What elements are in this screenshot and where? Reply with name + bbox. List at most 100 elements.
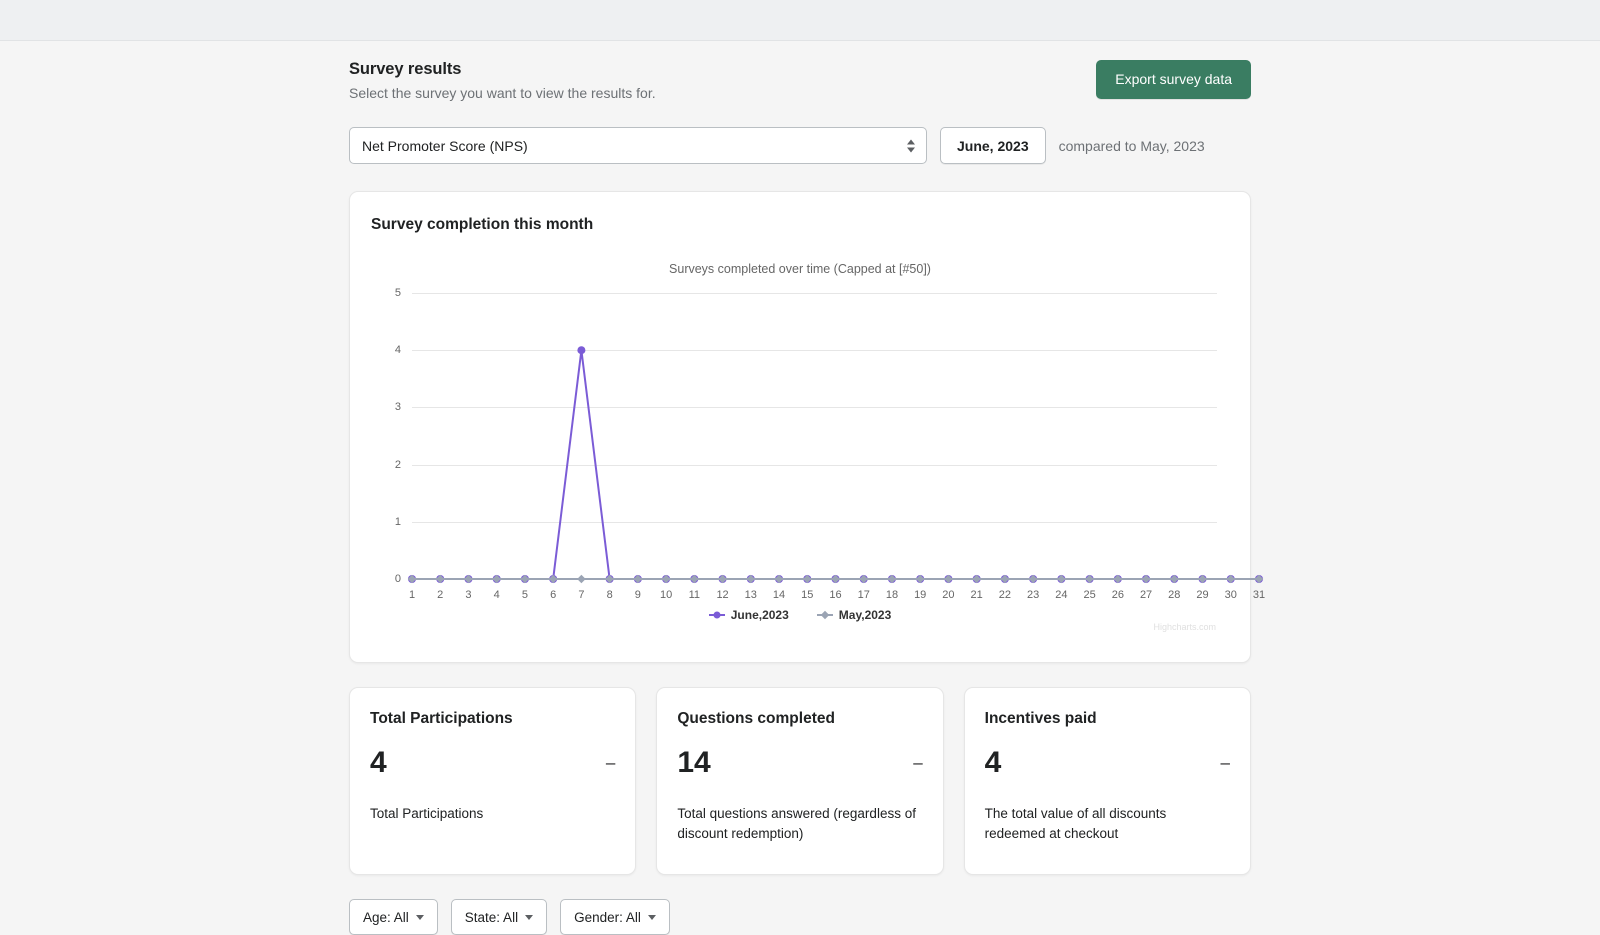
legend-label: June,2023 [730, 608, 789, 622]
filter-chip[interactable]: Age: All [349, 899, 438, 935]
highcharts-credits[interactable]: Highcharts.com [1153, 622, 1216, 632]
chart-subtitle: Surveys completed over time (Capped at [… [669, 262, 931, 276]
chart-data-point[interactable] [661, 574, 671, 584]
chart-data-point[interactable] [435, 574, 445, 584]
legend-item-june[interactable]: June,2023 [708, 608, 789, 622]
x-axis-tick-label: 1 [408, 589, 416, 601]
filter-chip-label: State: All [464, 909, 519, 925]
survey-controls: Net Promoter Score (NPS) June, 2023 comp… [349, 127, 1251, 164]
chart-data-point[interactable] [859, 574, 868, 584]
page-title: Survey results [349, 60, 462, 78]
x-axis-tick-label: 20 [942, 589, 955, 601]
chart-data-point[interactable] [831, 574, 840, 584]
x-axis-tick-label: 30 [1224, 589, 1237, 601]
chart-data-point[interactable] [464, 574, 473, 584]
chart-data-point[interactable] [746, 574, 756, 584]
x-axis-tick-label: 27 [1139, 589, 1153, 601]
filters-row: Age: All State: All Gender: All [349, 899, 1251, 935]
chart-data-point[interactable] [407, 574, 417, 584]
chart-data-point[interactable] [520, 574, 530, 584]
chevron-updown-icon [907, 139, 915, 152]
chart-data-point[interactable] [1113, 574, 1123, 584]
chart-data-point[interactable] [1226, 574, 1236, 584]
stat-card-title: Incentives paid [984, 710, 1097, 727]
page-header-text: Survey results Select the survey you wan… [349, 60, 656, 101]
x-axis-tick-label: 10 [659, 589, 673, 601]
stat-card: Total Participations 4– Total Participatio… [349, 687, 637, 875]
chart-data-point[interactable] [1141, 574, 1151, 584]
legend-marker-icon [816, 614, 833, 616]
chart-data-point[interactable] [887, 574, 897, 584]
x-axis-tick-label: 11 [688, 589, 701, 601]
x-axis-tick-label: 28 [1168, 589, 1181, 601]
x-axis-tick-label: 7 [578, 589, 585, 601]
chart-data-point[interactable] [548, 574, 558, 584]
stat-card-value: 4 [984, 746, 1002, 779]
chart-data-point[interactable] [803, 574, 812, 584]
x-axis-tick-label: 15 [801, 589, 814, 601]
stats-row: Total Participations 4– Total Participatio… [349, 687, 1251, 875]
chart-data-point[interactable] [1057, 574, 1066, 584]
chart-data-point[interactable] [1000, 574, 1010, 584]
x-axis-tick-label: 12 [716, 589, 729, 601]
x-axis-tick-label: 3 [465, 589, 472, 601]
chart-data-point[interactable] [1028, 574, 1038, 584]
chart-data-point[interactable] [718, 574, 727, 584]
page-subtitle: Select the survey you want to view the r… [349, 85, 656, 101]
chart-data-point[interactable] [690, 574, 699, 584]
x-axis-tick-label: 22 [998, 589, 1012, 601]
stat-card-description: Total Participations [370, 806, 484, 821]
x-axis-tick-label: 16 [829, 589, 842, 601]
chart-data-point[interactable] [605, 574, 614, 584]
chart-data-point[interactable] [492, 574, 501, 584]
chart-line-circle [412, 350, 1259, 580]
chart: Surveys completed over time (Capped at [… [370, 240, 1265, 640]
y-axis-tick-label: 2 [394, 458, 401, 471]
legend-item-may[interactable]: May,2023 [816, 608, 892, 622]
x-axis-tick-label: 26 [1111, 589, 1124, 601]
x-axis-tick-label: 2 [437, 589, 444, 601]
chart-data-point[interactable] [1198, 574, 1207, 584]
chart-data-point[interactable] [1085, 574, 1094, 584]
survey-select-value: Net Promoter Score (NPS) [362, 137, 528, 154]
export-survey-data-button[interactable]: Export survey data [1096, 60, 1251, 99]
chart-plot-area: 0 1 2 3 4 5 1 2 3 4 5 6 7 8 9 10 11 12 13 14 15 16 17 18 19 20 21 2… [395, 287, 1265, 601]
stat-card: Questions completed 14 – Total questions an… [656, 687, 944, 875]
stat-value-row: 4– [985, 748, 1230, 778]
comparison-label: compared to May, 2023 [1058, 137, 1205, 154]
legend-label: May,2023 [838, 608, 892, 622]
chart-data-point[interactable] [944, 574, 953, 584]
x-axis-tick-label: 6 [550, 589, 557, 601]
y-axis-tick-label: 0 [394, 573, 401, 585]
filter-chip[interactable]: Gender: All [560, 899, 670, 935]
chart-data-point[interactable] [915, 574, 925, 584]
y-axis-tick-label: 4 [394, 344, 401, 357]
survey-select[interactable]: Net Promoter Score (NPS) [349, 127, 927, 164]
chart-data-point[interactable] [577, 346, 586, 355]
chart-data-point[interactable] [972, 574, 981, 584]
stat-value-row: 4– [370, 748, 615, 778]
x-axis-tick-label: 18 [885, 589, 899, 601]
chart-card-title: Survey completion this month [371, 216, 594, 233]
chart-data-point[interactable] [633, 574, 643, 584]
survey-completion-card: Survey completion this month Surveys com… [349, 191, 1265, 663]
x-axis-tick-label: 9 [634, 589, 641, 601]
stat-card-value: 4 [370, 746, 387, 779]
chart-data-point[interactable] [1254, 574, 1264, 584]
filter-chip[interactable]: State: All [450, 899, 548, 935]
stat-value-row: 14 – [677, 748, 922, 778]
filter-chip-label: Age: All [363, 909, 409, 925]
x-axis-tick-label: 14 [772, 589, 786, 601]
stat-card-title: Questions completed [677, 710, 835, 727]
chart-data-point[interactable] [577, 574, 586, 584]
stat-card: Incentives paid 4– The total value of all … [963, 687, 1251, 875]
chart-legend: June,2023 May,2023 [370, 608, 1230, 622]
stat-card-delta: – [1220, 753, 1230, 772]
chart-data-point[interactable] [1170, 574, 1179, 584]
x-axis-tick-label: 29 [1196, 589, 1209, 601]
page-header: Survey results Select the survey you wan… [349, 60, 1251, 101]
chart-data-point[interactable] [774, 574, 784, 584]
stat-card-value: 14 [677, 746, 711, 779]
month-picker-button[interactable]: June, 2023 [940, 127, 1046, 164]
x-axis-tick-label: 8 [606, 589, 613, 601]
